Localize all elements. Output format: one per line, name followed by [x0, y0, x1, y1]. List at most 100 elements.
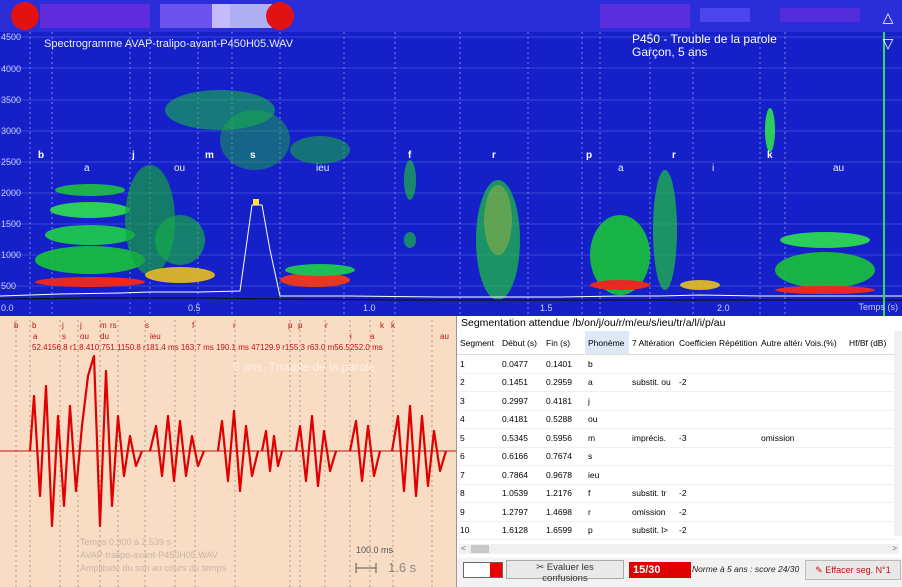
table-row[interactable]: 9 1.2797 1.4698 r omission -2: [457, 502, 897, 522]
table-cell[interactable]: 9: [457, 502, 499, 522]
table-cell[interactable]: [629, 354, 676, 374]
table-cell[interactable]: 3: [457, 391, 499, 411]
column-header[interactable]: Fin (s): [543, 331, 585, 355]
left-cursor-icon[interactable]: [11, 2, 39, 30]
table-cell[interactable]: [846, 465, 897, 485]
table-cell[interactable]: [629, 447, 676, 466]
table-cell[interactable]: [846, 410, 897, 429]
table-cell[interactable]: [758, 373, 802, 392]
table-cell[interactable]: [758, 484, 802, 503]
table-cell[interactable]: 0.2997: [499, 391, 543, 411]
table-cell[interactable]: 0.7674: [543, 447, 585, 466]
table-row[interactable]: 1 0.0477 0.1401 b: [457, 354, 897, 374]
table-cell[interactable]: 0.6166: [499, 447, 543, 466]
table-cell[interactable]: 6: [457, 447, 499, 466]
waveform-panel[interactable]: b b j j m rs s f r p p r k k a s ou du i…: [0, 316, 456, 587]
table-cell[interactable]: 0.5956: [543, 428, 585, 448]
table-cell[interactable]: p: [585, 521, 629, 540]
table-cell[interactable]: -2: [676, 521, 716, 540]
table-cell[interactable]: [676, 410, 716, 429]
table-cell[interactable]: f: [585, 484, 629, 503]
table-cell[interactable]: [716, 521, 758, 540]
column-header[interactable]: Vois.(%): [802, 331, 846, 355]
table-cell[interactable]: [629, 391, 676, 411]
column-header[interactable]: Coefficient: [676, 331, 716, 355]
table-cell[interactable]: 4: [457, 410, 499, 429]
table-cell[interactable]: -2: [676, 373, 716, 392]
table-cell[interactable]: -2: [676, 502, 716, 522]
column-header[interactable]: Hf/Bf (dB): [846, 331, 897, 355]
table-cell[interactable]: [846, 484, 897, 503]
table-cell[interactable]: j: [585, 391, 629, 411]
column-header[interactable]: 7 Altération: [629, 331, 676, 355]
table-row[interactable]: 6 0.6166 0.7674 s: [457, 447, 897, 466]
table-cell[interactable]: 0.2959: [543, 373, 585, 392]
table-cell[interactable]: [676, 391, 716, 411]
table-cell[interactable]: 0.5345: [499, 428, 543, 448]
table-cell[interactable]: [846, 502, 897, 522]
table-cell[interactable]: 0.4181: [543, 391, 585, 411]
table-cell[interactable]: ou: [585, 410, 629, 429]
table-cell[interactable]: [629, 410, 676, 429]
table-cell[interactable]: 0.7864: [499, 465, 543, 485]
table-cell[interactable]: [716, 354, 758, 374]
table-cell[interactable]: [802, 502, 846, 522]
table-cell[interactable]: [846, 428, 897, 448]
table-cell[interactable]: [716, 428, 758, 448]
table-cell[interactable]: 1.0539: [499, 484, 543, 503]
table-cell[interactable]: substit. tr: [629, 484, 676, 503]
table-cell[interactable]: [716, 502, 758, 522]
table-cell[interactable]: [846, 447, 897, 466]
table-cell[interactable]: 8: [457, 484, 499, 503]
table-row[interactable]: 8 1.0539 1.2176 f substit. tr -2: [457, 484, 897, 503]
table-cell[interactable]: [758, 354, 802, 374]
table-cell[interactable]: substit. ou: [629, 373, 676, 392]
clear-segment-button[interactable]: ✎ Effacer seg. N°1: [805, 560, 901, 580]
table-cell[interactable]: -3: [676, 428, 716, 448]
table-cell[interactable]: [716, 410, 758, 429]
table-cell[interactable]: [846, 373, 897, 392]
vertical-scrollbar[interactable]: [894, 331, 902, 536]
table-cell[interactable]: 2: [457, 373, 499, 392]
table-cell[interactable]: 10: [457, 521, 499, 540]
table-cell[interactable]: ieu: [585, 465, 629, 485]
table-cell[interactable]: m: [585, 428, 629, 448]
scroll-left-icon[interactable]: <: [461, 544, 466, 553]
table-cell[interactable]: b: [585, 354, 629, 374]
horizontal-scrollbar[interactable]: < >: [459, 544, 899, 554]
scroll-right-icon[interactable]: >: [892, 544, 897, 553]
table-cell[interactable]: [846, 391, 897, 411]
table-cell[interactable]: [802, 373, 846, 392]
table-cell[interactable]: [716, 373, 758, 392]
table-cell[interactable]: 1.2797: [499, 502, 543, 522]
column-header[interactable]: Répétition: [716, 331, 758, 355]
table-cell[interactable]: [802, 391, 846, 411]
table-cell[interactable]: a: [585, 373, 629, 392]
scroll-down-icon[interactable]: ▽: [880, 36, 896, 50]
column-header[interactable]: Début (s): [499, 331, 543, 355]
table-cell[interactable]: [676, 465, 716, 485]
table-cell[interactable]: 0.4181: [499, 410, 543, 429]
column-header[interactable]: Phonème: [585, 331, 629, 355]
table-row[interactable]: 7 0.7864 0.9678 ieu: [457, 465, 897, 485]
table-cell[interactable]: [802, 428, 846, 448]
segmentation-table[interactable]: Segment Début (s) Fin (s) Phonème 7 Alté…: [457, 331, 897, 559]
table-row[interactable]: 2 0.1451 0.2959 a substit. ou -2: [457, 373, 897, 392]
table-cell[interactable]: 0.9678: [543, 465, 585, 485]
table-row[interactable]: 5 0.5345 0.5956 m imprécis. -3 omission: [457, 428, 897, 448]
table-row[interactable]: 4 0.4181 0.5288 ou: [457, 410, 897, 429]
table-row[interactable]: 3 0.2997 0.4181 j: [457, 391, 897, 411]
table-cell[interactable]: omission: [758, 428, 802, 448]
table-cell[interactable]: [802, 465, 846, 485]
evaluate-confusions-button[interactable]: ✂ Evaluer les confusions: [506, 560, 624, 584]
table-cell[interactable]: s: [585, 447, 629, 466]
table-cell[interactable]: 0.5288: [543, 410, 585, 429]
table-cell[interactable]: [802, 410, 846, 429]
table-cell[interactable]: 1.6128: [499, 521, 543, 540]
spectrogram-panel[interactable]: Spectrogramme AVAP-tralipo-avant-P450H05…: [0, 0, 902, 316]
table-cell[interactable]: [846, 354, 897, 374]
table-cell[interactable]: r: [585, 502, 629, 522]
table-cell[interactable]: omission: [629, 502, 676, 522]
table-cell[interactable]: [758, 410, 802, 429]
table-cell[interactable]: [716, 484, 758, 503]
